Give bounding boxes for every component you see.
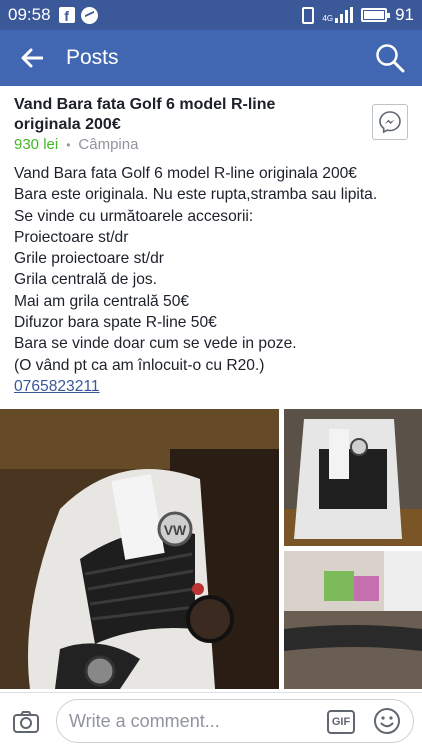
post-body: Vand Bara fata Golf 6 model R-line origi… [14,163,414,397]
clock: 09:58 [8,5,51,24]
bumper-photo-3 [284,551,422,689]
comment-input[interactable]: Write a comment... GIF [56,699,414,743]
photo-thumb-1[interactable] [284,409,422,546]
body-line: Difuzor bara spate R-line 50€ [14,314,217,332]
body-line: Proiectoare st/dr [14,228,129,246]
messenger-notification-icon [80,6,98,24]
app-bar: Posts [0,30,422,86]
photo-grid: VW [0,409,422,689]
bumper-photo-2 [284,409,422,546]
arrow-left-icon [21,48,43,68]
network-type: 4G [322,14,334,23]
camera-button[interactable] [0,693,52,750]
back-button[interactable] [0,30,64,86]
body-line: (O vând pt ca am înlocuit-o cu R20.) [14,356,265,374]
gif-button[interactable]: GIF [327,710,355,734]
photo-thumb-2[interactable] [284,551,422,689]
separator: • [66,137,71,152]
signal-icon: 4G [322,7,354,23]
body-line: Bara se vinde doar cum se vede in poze. [14,335,297,353]
status-bar: 09:58 f 4G 91 [0,0,422,30]
facebook-notification-icon: f [58,7,75,23]
photo-main[interactable]: VW [0,409,279,689]
post-title: Vand Bara fata Golf 6 model R-line origi… [14,96,276,133]
comment-bar: Write a comment... GIF [0,692,422,750]
search-button[interactable] [374,42,406,74]
camera-icon [13,710,39,733]
post-meta: 930 lei • Câmpina [14,136,138,153]
comment-placeholder: Write a comment... [69,710,220,731]
bumper-photo: VW [0,409,279,689]
page-title: Posts [66,46,119,69]
message-seller-button[interactable] [372,104,408,140]
battery-level: 91 [395,5,414,24]
body-line: Se vinde cu următoarele accesorii: [14,207,254,225]
gif-label: GIF [331,716,351,728]
body-line: Grile proiectoare st/dr [14,250,164,268]
photo-plate-text: VW [164,522,187,538]
vibrate-icon [302,6,315,24]
body-line: Grila centrală de jos. [14,271,158,289]
phone-link[interactable]: 0765823211 [14,378,100,395]
body-line: Mai am grila centrală 50€ [14,292,190,310]
body-line: Bara este originala. Nu este rupta,stram… [14,186,378,204]
search-icon [376,44,405,73]
location[interactable]: Câmpina [78,136,138,153]
price: 930 lei [14,136,59,153]
battery-icon [361,8,391,22]
body-line: Vand Bara fata Golf 6 model R-line origi… [14,165,357,182]
emoji-button[interactable] [373,707,401,735]
smiley-icon [374,708,400,734]
messenger-icon [379,111,401,134]
